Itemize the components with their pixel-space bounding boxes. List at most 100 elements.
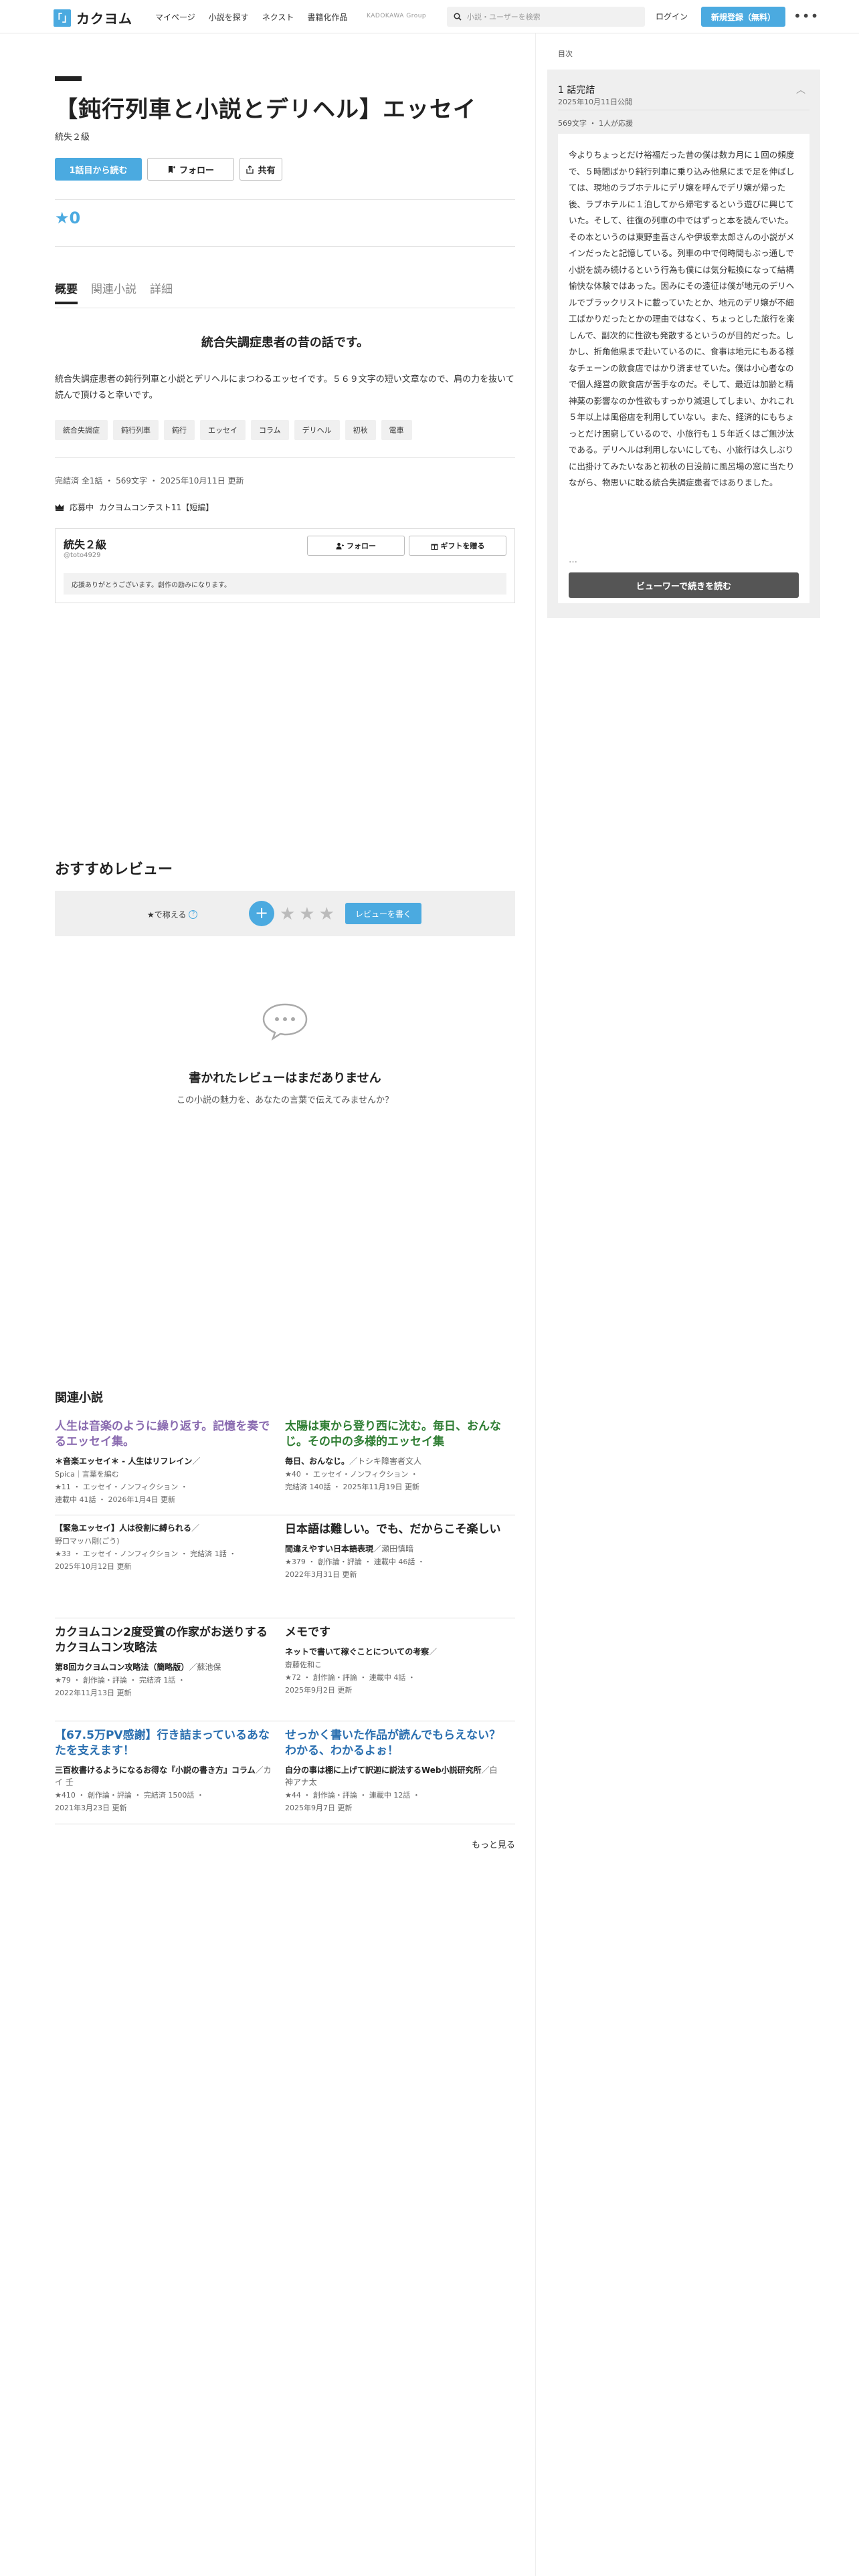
related-novel-updated: 2022年11月13日 更新 — [55, 1689, 132, 1697]
author-follow-button[interactable]: フォロー — [307, 536, 405, 556]
rate-label-text: ★で称える — [147, 910, 187, 920]
open-viewer-button[interactable]: ビューワーで続きを読む — [569, 572, 799, 598]
related-novel-author-name: Spica｜言葉を編む — [55, 1470, 119, 1479]
contest-name: カクヨムコンテスト11【短編】 — [99, 503, 214, 512]
tag[interactable]: デリヘル — [294, 420, 340, 440]
signup-button[interactable]: 新規登録（無料） — [701, 7, 785, 27]
rate-label: ★で称える ? — [147, 909, 198, 920]
nav-search-novels[interactable]: 小説を探す — [209, 11, 249, 23]
rating-stars[interactable]: ★★★ — [280, 904, 339, 924]
related-novel-meta: ★44 ・ 創作論・評論 ・ 連載中 12話 ・ — [285, 1791, 420, 1800]
author-message: 応援ありがとうございます。創作の励みになります。 — [64, 573, 506, 595]
tag[interactable]: コラム — [251, 420, 289, 440]
add-star-button[interactable]: + — [249, 901, 274, 926]
related-novel-title-text: ＊音楽エッセイ＊ - 人生はリフレイン — [55, 1457, 193, 1466]
write-review-button[interactable]: レビューを書く — [345, 903, 421, 924]
episode-meta: 569文字 ・ 1人が応援 — [558, 119, 633, 128]
related-novel-title[interactable]: 自分の事は棚に上げて訳迦に説法するWeb小説研究所／白神アナ太 — [285, 1764, 503, 1788]
tab-related[interactable]: 関連小説 — [91, 280, 136, 304]
share-button[interactable]: 共有 — [240, 158, 282, 181]
author-id: @toto4929 — [64, 552, 101, 559]
related-novel-author: ／ — [191, 1523, 200, 1533]
share-icon — [246, 165, 254, 174]
related-novel-catchphrase: カクヨムコン2度受賞の作家がお送りするカクヨムコン攻略法 — [55, 1626, 268, 1654]
related-novel-title[interactable]: 【緊急エッセイ】人は役割に縛られる／ — [55, 1522, 273, 1534]
tab-details[interactable]: 詳細 — [150, 280, 173, 304]
follow-button[interactable]: フォロー — [147, 158, 234, 181]
related-novel-meta: ★40 ・ エッセイ・ノンフィクション ・ — [285, 1470, 418, 1479]
related-novel-title[interactable]: ＊音楽エッセイ＊ - 人生はリフレイン／ — [55, 1455, 273, 1467]
related-novel-author: ／ — [429, 1647, 438, 1656]
tag[interactable]: エッセイ — [200, 420, 246, 440]
related-novel-author: ／ — [192, 1457, 201, 1466]
related-novel-title-text: 三百枚書けるようになるお得な『小説の書き方』コラム — [55, 1765, 256, 1775]
author-name[interactable]: 統失２級 — [64, 536, 106, 552]
related-novel-title[interactable]: 三百枚書けるようになるお得な『小説の書き方』コラム／カイ 壬 — [55, 1764, 273, 1788]
search-placeholder: 小説・ユーザーを検索 — [467, 13, 541, 21]
divider — [55, 199, 515, 200]
contest-entry[interactable]: 応募中 カクヨムコンテスト11【短編】 — [55, 502, 213, 513]
user-plus-icon — [336, 542, 344, 549]
related-novel-card[interactable]: 人生は音楽のように繰り返す。記憶を奏でるエッセイ集。 ＊音楽エッセイ＊ - 人生は… — [55, 1412, 285, 1515]
author-card: 統失２級 @toto4929 フォロー ギフトを贈る 応援ありがとうございます。… — [55, 528, 515, 603]
site-logo[interactable]: 「」 カクヨム — [52, 8, 132, 27]
related-novel-meta: ★72 ・ 創作論・評論 ・ 連載中 4話 ・ — [285, 1673, 415, 1682]
star-rating-bar: ★で称える ? + ★★★ レビューを書く — [55, 891, 515, 936]
work-author[interactable]: 統失２級 — [55, 130, 90, 142]
related-novel-author: ／瀬田慎暗 — [373, 1544, 414, 1553]
tag[interactable]: 鈍行列車 — [113, 420, 159, 440]
nav-books[interactable]: 書籍化作品 — [307, 11, 347, 23]
tag[interactable]: 鈍行 — [164, 420, 195, 440]
kadokawa-group-label[interactable]: KADOKAWA Group — [367, 13, 426, 19]
preview-fade — [558, 520, 809, 558]
gift-button[interactable]: ギフトを贈る — [409, 536, 506, 556]
episode-preview-text: 今よりちょっとだけ裕福だった昔の僕は数カ月に１回の頻度で、５時間ばかり鈍行列車に… — [569, 150, 795, 488]
search-input[interactable]: 小説・ユーザーを検索 — [447, 7, 645, 27]
no-reviews-subtitle: この小説の魅力を、あなたの言葉で伝えてみませんか？ — [177, 1095, 393, 1105]
tag[interactable]: 初秋 — [345, 420, 376, 440]
related-novel-author-name: 齋藤佐和こ — [285, 1660, 322, 1669]
logo-mark: 「」 — [52, 9, 72, 27]
episode-date: 2025年10月11日公開 — [558, 98, 632, 106]
related-novel-card[interactable]: メモです ネットで書いて稼ぐことについての考察／ 齋藤佐和こ ★72 ・ 創作論・評論… — [285, 1618, 515, 1721]
episode-title[interactable]: 1 話完結 — [558, 83, 595, 96]
related-novel-title[interactable]: ネットで書いて稼ぐことについての考察／ — [285, 1646, 503, 1658]
related-novel-card[interactable]: 日本語は難しい。でも、だからこそ楽しい 間違えやすい日本語表現／瀬田慎暗 ★379 … — [285, 1515, 515, 1618]
related-novel-card[interactable]: 【67.5万PV感謝】行き詰まっているあなたを支えます！ 三百枚書けるようになるお… — [55, 1721, 285, 1824]
related-novel-card[interactable]: 太陽は東から登り西に沈む。毎日、おんなじ。その中の多様的エッセイ集 毎日、おんなじ… — [285, 1412, 515, 1515]
tag[interactable]: 電車 — [381, 420, 412, 440]
related-novel-catchphrase: 【67.5万PV感謝】行き詰まっているあなたを支えます！ — [55, 1729, 270, 1757]
related-novel-updated: 2022年3月31日 更新 — [285, 1570, 357, 1579]
related-row: カクヨムコン2度受賞の作家がお送りするカクヨムコン攻略法第8回カクヨムコン攻略法… — [55, 1618, 515, 1721]
related-novel-card[interactable]: せっかく書いた作品が読んでもらえない？ わかる、わかるよぉ！ 自分の事は棚に上げて… — [285, 1721, 515, 1824]
related-novel-card[interactable]: カクヨムコン2度受賞の作家がお送りするカクヨムコン攻略法第8回カクヨムコン攻略法… — [55, 1618, 285, 1721]
related-novel-meta: ★79 ・ 創作論・評論 ・ 完結済 1話 ・ — [55, 1676, 185, 1685]
related-novel-title-text: 【緊急エッセイ】人は役割に縛られる — [55, 1523, 192, 1533]
work-title: 【鈍行列車と小説とデリヘル】エッセイ — [55, 96, 476, 123]
contest-status: 応募中 — [70, 503, 94, 512]
related-novel-title-text: 第8回カクヨムコン攻略法（簡略版） — [55, 1662, 189, 1672]
help-icon[interactable]: ? — [189, 910, 198, 919]
more-related-link[interactable]: もっと見る — [55, 1838, 515, 1850]
related-heading: 関連小説 — [55, 1391, 103, 1405]
related-novel-title[interactable]: 第8回カクヨムコン攻略法（簡略版）／蘇池保 — [55, 1661, 273, 1673]
title-accent-bar — [55, 76, 82, 81]
related-novel-title[interactable]: 間違えやすい日本語表現／瀬田慎暗 — [285, 1543, 503, 1555]
related-novel-card[interactable]: 【緊急エッセイ】人は役割に縛られる／ 野口マッハ剛(ごう) ★33 ・ エッセイ・ノ… — [55, 1515, 285, 1618]
nav-next[interactable]: ネクスト — [262, 11, 294, 23]
related-row: 【緊急エッセイ】人は役割に縛られる／ 野口マッハ剛(ごう) ★33 ・ エッセイ・ノ… — [55, 1515, 515, 1618]
related-novel-updated: 2025年9月7日 更新 — [285, 1804, 353, 1812]
tag[interactable]: 統合失調症 — [55, 420, 108, 440]
tab-overview[interactable]: 概要 — [55, 280, 78, 304]
episode-box: 1 話完結 2025年10月11日公開 ︿ 569文字 ・ 1人が応援 今よりち… — [547, 70, 820, 618]
bookmark-plus-icon — [168, 165, 175, 173]
read-first-episode-button[interactable]: 1話目から読む — [55, 158, 142, 181]
divider — [55, 457, 515, 458]
more-menu-icon[interactable]: ••• — [793, 8, 819, 24]
login-link[interactable]: ログイン — [656, 11, 688, 22]
chevron-up-icon[interactable]: ︿ — [796, 83, 805, 96]
related-novel-title[interactable]: 毎日、おんなじ。／トシキ障害者文人 — [285, 1455, 503, 1467]
share-button-label: 共有 — [258, 165, 276, 176]
related-novel-updated: 2025年10月12日 更新 — [55, 1562, 132, 1571]
nav-mypage[interactable]: マイページ — [155, 11, 195, 23]
